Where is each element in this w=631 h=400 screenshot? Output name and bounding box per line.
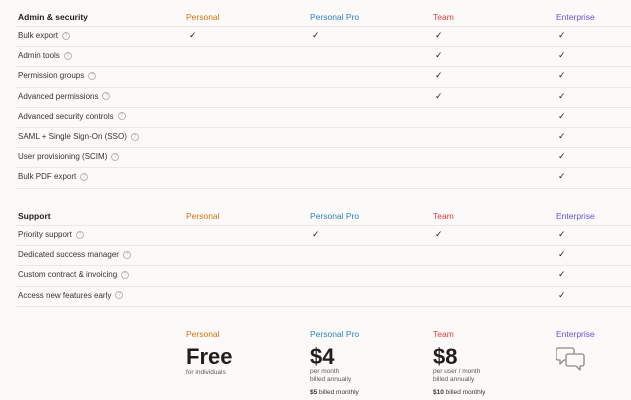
check-icon: ✓ xyxy=(435,30,443,40)
feature-label: Advanced permissions xyxy=(18,91,99,101)
pricing-pro-price: $4 xyxy=(310,344,335,369)
check-icon: ✓ xyxy=(558,110,566,121)
check-icon: ✓ xyxy=(558,131,566,141)
feature-label: Custom contract & invoicing xyxy=(18,270,118,280)
pricing-pro-note2: billed annually xyxy=(310,376,352,383)
help-icon[interactable]: ? xyxy=(75,230,84,239)
chat-bubbles-icon xyxy=(555,346,586,372)
feature-row: Advanced security controls? xyxy=(18,112,126,121)
feature-label: Dedicated success manager xyxy=(18,250,119,260)
divider xyxy=(16,127,631,128)
feature-label: Advanced security controls xyxy=(18,111,114,121)
divider xyxy=(16,305,631,307)
support-header-pro: Personal Pro xyxy=(310,211,360,221)
help-icon[interactable]: ? xyxy=(122,250,131,259)
help-icon[interactable]: ? xyxy=(102,92,111,101)
help-icon[interactable]: ? xyxy=(115,291,124,300)
feature-row: Priority support? xyxy=(18,230,84,239)
pricing-pro-monthly-price: $5 xyxy=(310,389,318,396)
feature-row: Permission groups? xyxy=(18,71,97,81)
divider xyxy=(16,167,631,169)
feature-row: Admin tools? xyxy=(18,51,72,60)
support-header-enterprise: Enterprise xyxy=(556,211,595,221)
divider xyxy=(16,106,631,108)
pricing-pro-monthly: $5 billed monthly xyxy=(310,389,359,396)
pricing-personal-note: for individuals xyxy=(186,369,226,376)
help-icon[interactable]: ? xyxy=(80,172,89,181)
admin-header-enterprise: Enterprise xyxy=(556,12,595,22)
admin-header-personal: Personal xyxy=(186,12,220,22)
divider xyxy=(16,225,631,226)
feature-row: Custom contract & invoicing? xyxy=(18,270,130,280)
pricing-enterprise-name: Enterprise xyxy=(556,329,595,339)
check-icon: ✓ xyxy=(558,229,566,239)
feature-label: Permission groups xyxy=(18,71,85,81)
support-header-personal: Personal xyxy=(186,211,220,221)
feature-row: Bulk PDF export? xyxy=(18,172,89,182)
pricing-team-note2: billed annually xyxy=(433,376,475,383)
divider xyxy=(16,86,631,88)
check-icon: ✓ xyxy=(558,50,566,61)
divider xyxy=(16,187,631,189)
check-icon: ✓ xyxy=(189,30,197,40)
admin-header-pro: Personal Pro xyxy=(310,12,360,22)
check-icon: ✓ xyxy=(312,229,320,239)
pricing-team-note1: per user / month xyxy=(433,368,481,375)
help-icon[interactable]: ? xyxy=(121,270,130,279)
feature-label: Priority support xyxy=(18,230,72,239)
check-icon: ✓ xyxy=(435,70,443,81)
feature-row: Dedicated success manager? xyxy=(18,250,131,259)
divider xyxy=(16,265,631,267)
check-icon: ✓ xyxy=(558,269,566,280)
admin-section-title: Admin & security xyxy=(18,12,88,22)
feature-row: Access new features early? xyxy=(18,290,124,300)
divider xyxy=(16,26,631,27)
divider xyxy=(16,46,631,48)
pricing-team-monthly: $10 billed monthly xyxy=(433,389,485,396)
pricing-team-price: $8 xyxy=(433,344,458,369)
feature-row: SAML + Single Sign-On (SSO)? xyxy=(18,132,139,141)
support-header-team: Team xyxy=(433,211,454,221)
pricing-pro-name: Personal Pro xyxy=(310,329,360,339)
feature-label: Bulk export xyxy=(18,31,59,40)
pricing-pro-monthly-note: billed monthly xyxy=(319,389,359,396)
check-icon: ✓ xyxy=(435,90,443,101)
feature-label: Access new features early xyxy=(18,290,112,300)
check-icon: ✓ xyxy=(558,90,566,101)
feature-row: Advanced permissions? xyxy=(18,91,111,101)
pricing-team-name: Team xyxy=(433,329,454,339)
divider xyxy=(16,147,631,149)
check-icon: ✓ xyxy=(312,30,320,40)
check-icon: ✓ xyxy=(558,30,566,40)
divider xyxy=(16,245,631,247)
help-icon[interactable]: ? xyxy=(62,31,71,40)
feature-label: Admin tools xyxy=(18,51,60,61)
check-icon: ✓ xyxy=(558,249,566,260)
check-icon: ✓ xyxy=(558,70,566,81)
feature-row: Bulk export? xyxy=(18,31,71,40)
help-icon[interactable]: ? xyxy=(63,51,72,60)
feature-label: User provisioning (SCIM) xyxy=(18,152,108,162)
pricing-personal-name: Personal xyxy=(186,329,220,339)
pricing-team-monthly-price: $10 xyxy=(433,389,444,396)
help-icon[interactable]: ? xyxy=(130,132,139,141)
divider xyxy=(16,66,631,68)
help-icon[interactable]: ? xyxy=(111,152,120,161)
admin-header-team: Team xyxy=(433,12,454,22)
feature-label: SAML + Single Sign-On (SSO) xyxy=(18,132,127,141)
help-icon[interactable]: ? xyxy=(88,71,97,80)
divider xyxy=(16,285,631,287)
feature-label: Bulk PDF export xyxy=(18,172,77,182)
feature-row: User provisioning (SCIM)? xyxy=(18,152,120,162)
help-icon[interactable]: ? xyxy=(117,112,126,121)
check-icon: ✓ xyxy=(558,151,566,162)
pricing-personal-price: Free xyxy=(186,344,233,369)
pricing-pro-note1: per month xyxy=(310,368,340,375)
check-icon: ✓ xyxy=(435,50,443,61)
pricing-team-monthly-note: billed monthly xyxy=(445,389,486,396)
check-icon: ✓ xyxy=(435,229,443,239)
support-section-title: Support xyxy=(18,211,51,221)
check-icon: ✓ xyxy=(558,289,566,300)
check-icon: ✓ xyxy=(558,171,566,182)
